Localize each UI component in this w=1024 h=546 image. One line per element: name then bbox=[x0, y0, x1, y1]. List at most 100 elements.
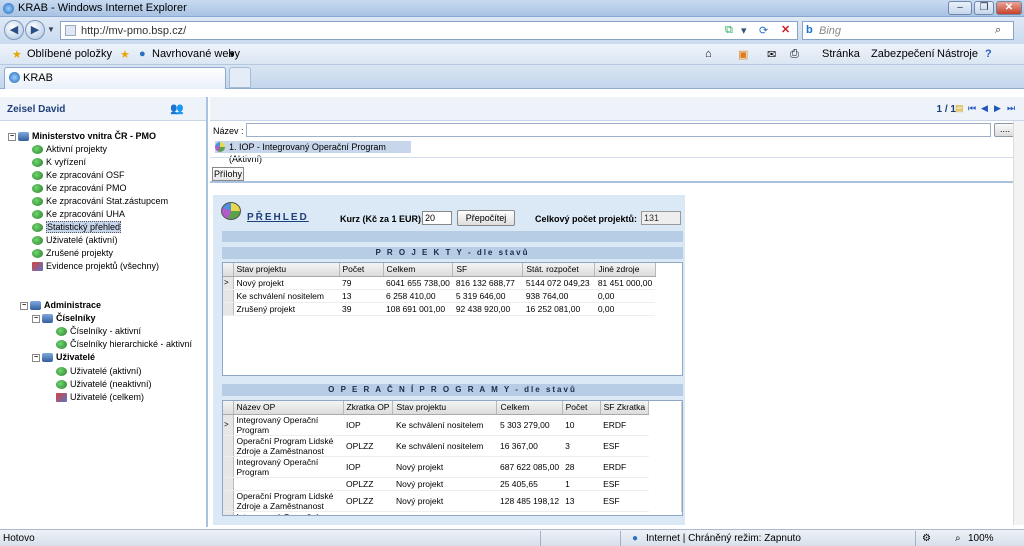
next-page-icon[interactable]: ▶ bbox=[994, 103, 1003, 114]
selected-op-row[interactable]: 1. IOP - Integrovaný Operační Program (A… bbox=[215, 141, 411, 164]
page-scrollbar[interactable] bbox=[1013, 121, 1024, 525]
prev-page-icon[interactable]: ◀ bbox=[981, 103, 990, 114]
column-header[interactable]: SF bbox=[452, 263, 524, 277]
column-header[interactable]: Zkratka OP bbox=[343, 401, 394, 415]
column-header[interactable]: Stav projektu bbox=[233, 263, 340, 277]
sidebar-item-1[interactable]: K vyřízení bbox=[32, 156, 86, 168]
sidebar-item-8[interactable]: Zrušené projekty bbox=[32, 247, 113, 259]
collapse-icon[interactable]: − bbox=[32, 353, 40, 362]
last-page-icon[interactable]: ⏭ bbox=[1007, 103, 1016, 114]
sidebar-item-9[interactable]: Evidence projektů (všechny) bbox=[32, 260, 159, 272]
dropdown-icon[interactable]: ▾ bbox=[741, 24, 747, 37]
home-icon[interactable]: ⌂ bbox=[705, 48, 712, 60]
suggested-sites-button[interactable]: Navrhované weby bbox=[152, 48, 240, 60]
print-icon[interactable]: ⎙ bbox=[790, 48, 799, 61]
safety-menu[interactable]: Zabezpečení bbox=[871, 48, 935, 60]
sidebar-item-label: Ke zpracování OSF bbox=[46, 170, 125, 180]
tree-item-ciselniky-aktivni[interactable]: Číselníky - aktivní bbox=[56, 325, 141, 337]
table-row[interactable]: Operační Program Lidské Zdroje a Zaměstn… bbox=[223, 435, 649, 457]
new-tab-button[interactable] bbox=[229, 67, 251, 88]
users-icon[interactable]: 👥 bbox=[170, 102, 184, 115]
table-row[interactable]: Integrovaný Operační Program IOP Nový proj… bbox=[223, 456, 649, 478]
table-cell: 79 bbox=[339, 276, 383, 290]
refresh-icon[interactable]: ⟳ bbox=[759, 24, 768, 37]
column-header[interactable]: Celkem bbox=[496, 401, 563, 415]
row-selector[interactable] bbox=[223, 490, 234, 512]
sidebar-item-4[interactable]: Ke zpracování Stat.zástupcem bbox=[32, 195, 168, 207]
table-row[interactable]: Zrušený projekt 39 108 691 001,00 92 438 92… bbox=[223, 302, 656, 316]
sidebar-item-7[interactable]: Uživatelé (aktivní) bbox=[32, 234, 118, 246]
export-icon[interactable]: ▤ bbox=[955, 103, 964, 114]
column-header[interactable]: Název OP bbox=[233, 401, 344, 415]
first-page-icon[interactable]: ⏮ bbox=[968, 103, 977, 114]
close-window-button[interactable]: ✕ bbox=[996, 1, 1022, 15]
search-icon[interactable]: ⌕ bbox=[995, 24, 1001, 37]
row-selector[interactable] bbox=[223, 302, 234, 316]
row-selector[interactable]: > bbox=[223, 276, 234, 290]
forward-button[interactable]: ▶ bbox=[25, 20, 45, 40]
sidebar-item-3[interactable]: Ke zpracování PMO bbox=[32, 182, 127, 194]
nazev-input[interactable] bbox=[246, 123, 991, 137]
help-icon[interactable]: ? bbox=[985, 48, 992, 60]
tree-administrace[interactable]: − Administrace bbox=[20, 299, 101, 311]
column-header[interactable]: Stát. rozpočet bbox=[522, 263, 596, 277]
compat-view-icon[interactable]: ⧉ bbox=[725, 24, 733, 37]
kurz-input[interactable]: 20 bbox=[422, 211, 452, 225]
table-row[interactable]: > Integrovaný Operační Program IOP Ke schvá… bbox=[223, 414, 649, 436]
zoom-icon[interactable]: ⌕ bbox=[955, 533, 961, 544]
collapse-icon[interactable]: − bbox=[8, 132, 16, 141]
column-header[interactable]: Celkem bbox=[383, 263, 454, 277]
add-favorite-icon[interactable]: ★ bbox=[120, 48, 130, 61]
tree-uzivatele[interactable]: − Uživatelé bbox=[32, 351, 95, 363]
feeds-icon[interactable]: ▣ bbox=[738, 48, 748, 61]
table-cell: 6041 655 738,00 bbox=[383, 276, 453, 290]
table-row[interactable]: > Nový projekt 79 6041 655 738,00 816 132 68… bbox=[223, 276, 656, 290]
tree-item-uzivatele-aktivni[interactable]: Uživatelé (aktivní) bbox=[56, 365, 142, 377]
column-header[interactable]: Počet bbox=[339, 263, 384, 277]
column-header[interactable]: Stav projektu bbox=[392, 401, 498, 415]
column-header[interactable]: Jiné zdroje bbox=[594, 263, 656, 277]
search-input[interactable]: b Bing ⌕ bbox=[802, 21, 1014, 40]
row-selector[interactable] bbox=[223, 511, 234, 515]
url-input[interactable]: http://mv-pmo.bsp.cz/ ⧉ ▾ ⟳ ✕ bbox=[60, 21, 798, 40]
tab-prilohy[interactable]: Přílohy bbox=[212, 167, 244, 181]
suggested-sites-dropdown-icon[interactable]: ▼ bbox=[228, 50, 236, 59]
tree-item-uzivatele-celkem[interactable]: Uživatelé (celkem) bbox=[56, 391, 144, 403]
tab-krab[interactable]: KRAB bbox=[4, 67, 226, 89]
table-row[interactable]: OPLZZ Nový projekt 25 405,65 1 ESF bbox=[223, 477, 649, 491]
row-selector[interactable] bbox=[223, 435, 234, 457]
tree-item-uzivatele-neaktivni[interactable]: Uživatelé (neaktivní) bbox=[56, 378, 152, 390]
sidebar-item-0[interactable]: Aktivní projekty bbox=[32, 143, 107, 155]
minimize-button[interactable]: – bbox=[948, 1, 972, 15]
tools-menu[interactable]: Nástroje bbox=[937, 48, 978, 60]
row-selector[interactable] bbox=[223, 477, 234, 491]
column-header[interactable]: Počet bbox=[562, 401, 601, 415]
collapse-icon[interactable]: − bbox=[20, 301, 28, 310]
row-selector[interactable] bbox=[223, 289, 234, 303]
sidebar-item-6[interactable]: Statistický přehled bbox=[32, 221, 122, 233]
page-menu[interactable]: Stránka bbox=[822, 48, 860, 60]
favorites-button[interactable]: Oblíbené položky bbox=[27, 48, 112, 60]
zoom-level[interactable]: 100% bbox=[968, 533, 994, 544]
column-header[interactable]: SF Zkratka bbox=[600, 401, 650, 415]
table-row[interactable]: Ke schválení nositelem 13 6 258 410,00 5 31… bbox=[223, 289, 656, 303]
op-scrollbar[interactable]: ▲ ▼ bbox=[681, 402, 682, 512]
history-dropdown-icon[interactable]: ▼ bbox=[47, 25, 55, 34]
security-icon[interactable]: ⚙ bbox=[922, 533, 931, 544]
read-mail-icon[interactable]: ✉ bbox=[767, 48, 776, 61]
row-selector[interactable] bbox=[223, 456, 234, 478]
tree-item-ciselniky-hierarchicke[interactable]: Číselníky hierarchické - aktivní bbox=[56, 338, 192, 350]
table-row[interactable]: Integrovaný Operační ProgramIOPZrušený p… bbox=[223, 511, 649, 515]
sidebar-item-5[interactable]: Ke zpracování UHA bbox=[32, 208, 125, 220]
collapse-icon[interactable]: − bbox=[32, 314, 40, 323]
table-row[interactable]: Operační Program Lidské Zdroje a Zaměstn… bbox=[223, 490, 649, 512]
tree-root[interactable]: − Ministerstvo vnitra ČR - PMO bbox=[8, 130, 156, 142]
maximize-button[interactable]: ❐ bbox=[974, 1, 994, 15]
back-button[interactable]: ◀ bbox=[4, 20, 24, 40]
row-selector[interactable]: > bbox=[223, 414, 234, 436]
window-title: KRAB - Windows Internet Explorer bbox=[18, 2, 187, 14]
prepocitej-button[interactable]: Přepočítej bbox=[457, 210, 515, 226]
stop-icon[interactable]: ✕ bbox=[781, 23, 790, 36]
sidebar-item-2[interactable]: Ke zpracování OSF bbox=[32, 169, 125, 181]
tree-ciselniky[interactable]: − Číselníky bbox=[32, 312, 96, 324]
